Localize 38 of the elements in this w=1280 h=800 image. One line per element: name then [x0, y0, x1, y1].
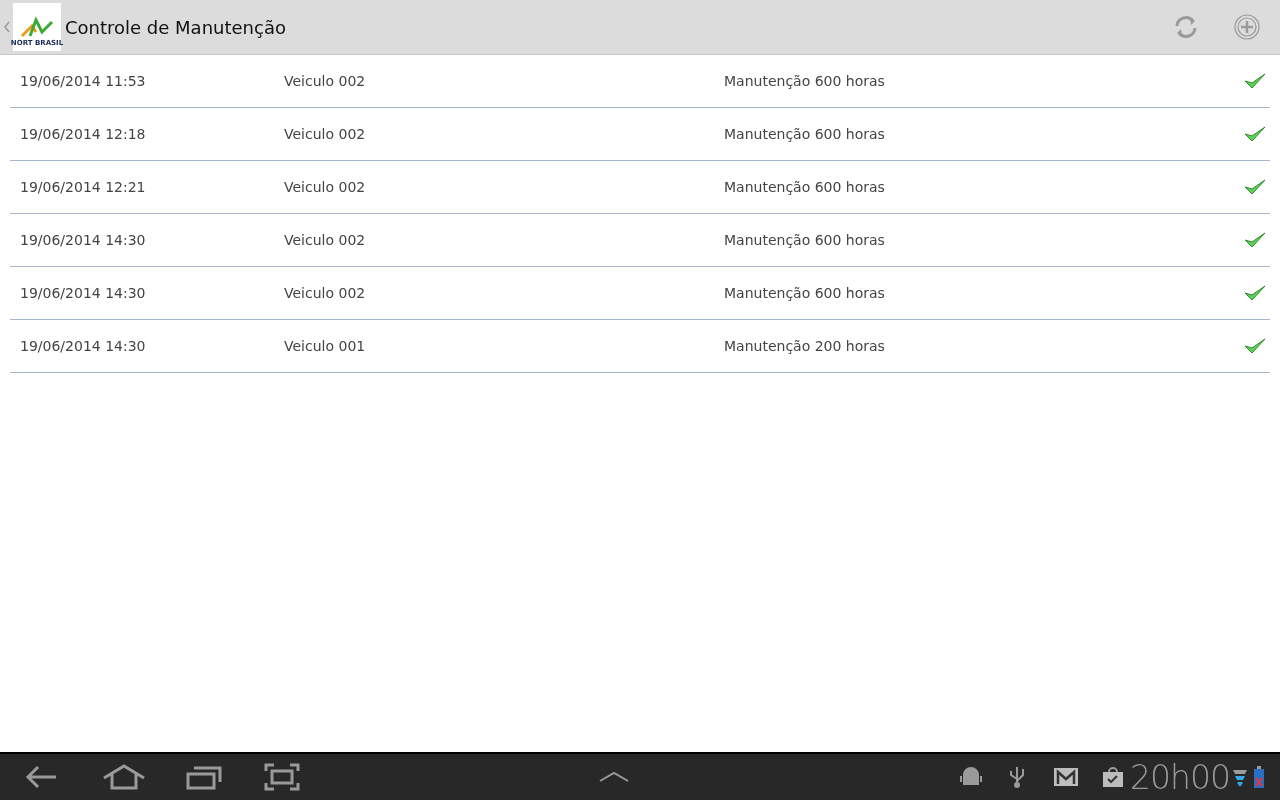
date-text: 19/06/2014 14:30 [20, 283, 147, 303]
recent-apps-icon[interactable] [186, 764, 222, 790]
date-text: 19/06/2014 12:21 [20, 177, 147, 197]
home-icon[interactable] [102, 764, 146, 790]
shopping-bag-check-icon[interactable] [1102, 766, 1125, 788]
list-row[interactable]: 19/06/2014 12:21 Veiculo 002 Manutenção 600 horas [10, 161, 1270, 214]
up-chevron-icon[interactable] [598, 771, 631, 783]
maintenance-text: Manutenção 600 horas [724, 283, 885, 303]
maintenance-text: Manutenção 600 horas [724, 71, 885, 91]
list-row[interactable]: 19/06/2014 11:53 Veiculo 002 Manutenção 600 horas [10, 55, 1270, 108]
vehicle-text: Veiculo 002 [284, 283, 367, 303]
maintenance-text: Manutenção 600 horas [724, 124, 885, 144]
battery-icon[interactable] [1254, 766, 1264, 788]
date-text: 19/06/2014 11:53 [20, 71, 147, 91]
vehicle-text: Veiculo 002 [284, 177, 367, 197]
screenshot-icon[interactable] [264, 763, 300, 791]
back-arrow-icon[interactable] [24, 765, 58, 789]
vehicle-text: Veiculo 002 [284, 230, 367, 250]
clock-time[interactable]: 20h00 [1130, 760, 1230, 794]
date-text: 19/06/2014 14:30 [20, 230, 147, 250]
maintenance-text: Manutenção 600 horas [724, 177, 885, 197]
maintenance-text: Manutenção 600 horas [724, 230, 885, 250]
date-text: 19/06/2014 14:30 [20, 336, 147, 356]
wifi-signal-icon[interactable] [1232, 767, 1248, 787]
usb-icon[interactable] [1008, 765, 1027, 789]
vehicle-text: Veiculo 002 [284, 71, 367, 91]
list-row[interactable]: 19/06/2014 14:30 Veiculo 002 Manutenção 600 horas [10, 214, 1270, 267]
list-row[interactable]: 19/06/2014 14:30 Veiculo 002 Manutenção 600 horas [10, 267, 1270, 320]
mail-icon[interactable] [1054, 768, 1079, 786]
maintenance-text: Manutenção 200 horas [724, 336, 885, 356]
date-text: 19/06/2014 12:18 [20, 124, 147, 144]
logo-mark-icon [20, 16, 54, 40]
list-row[interactable]: 19/06/2014 12:18 Veiculo 002 Manutenção 600 horas [10, 108, 1270, 161]
android-icon[interactable] [960, 767, 983, 787]
vehicle-text: Veiculo 002 [284, 124, 367, 144]
vehicle-text: Veiculo 001 [284, 336, 367, 356]
window-title: Controle de Manutenção [65, 15, 286, 40]
list-row[interactable]: 19/06/2014 14:30 Veiculo 001 Manutenção 200 horas [10, 320, 1270, 373]
